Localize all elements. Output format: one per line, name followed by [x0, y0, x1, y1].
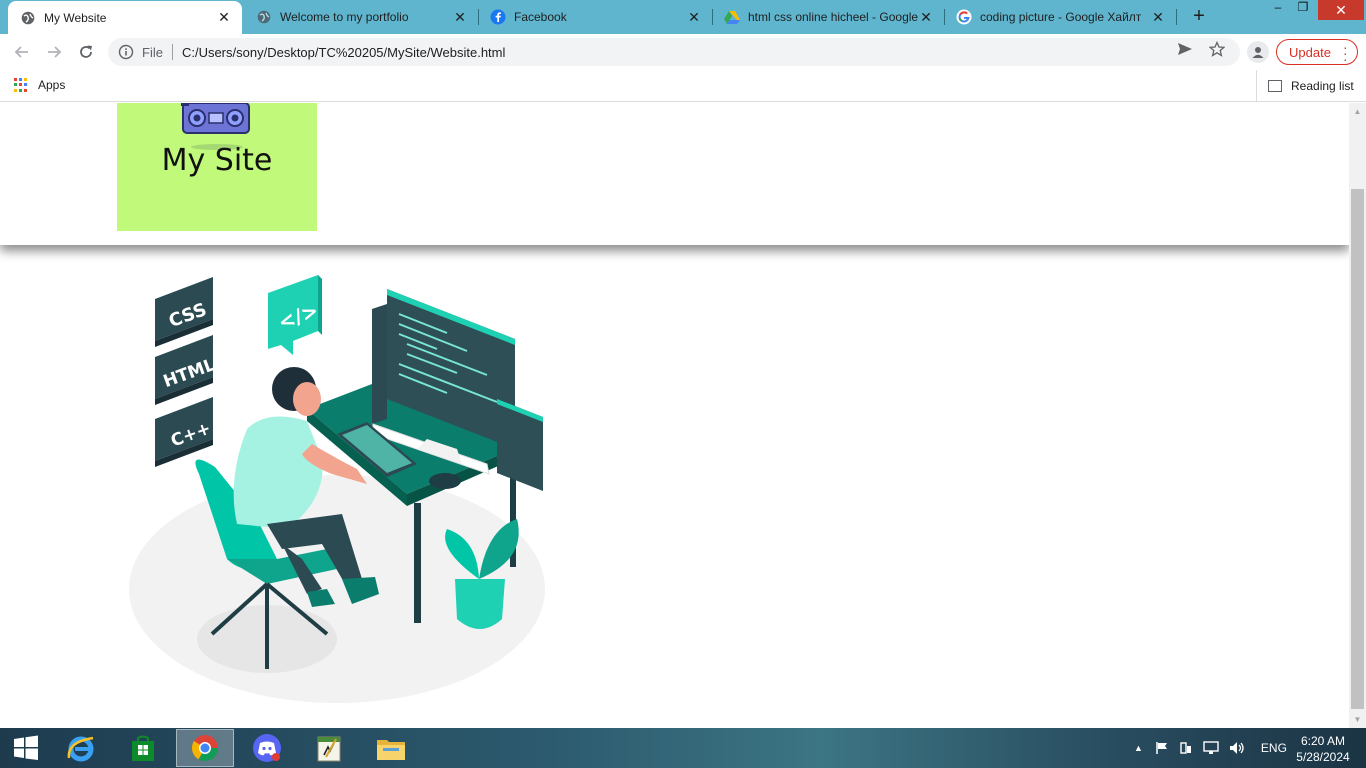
- facebook-icon: [490, 9, 506, 25]
- profile-avatar-icon[interactable]: [1247, 41, 1269, 63]
- close-icon[interactable]: ✕: [1150, 9, 1166, 25]
- code-tag-badge: </>: [268, 275, 322, 355]
- bookmarks-bar: Apps Reading list: [0, 70, 1366, 102]
- scroll-down-arrow-icon[interactable]: ▼: [1349, 711, 1366, 728]
- minimize-button[interactable]: –: [1265, 0, 1291, 20]
- apps-grid-icon: [14, 78, 28, 92]
- chrome-icon[interactable]: [176, 729, 234, 767]
- site-logo[interactable]: My Site: [117, 103, 317, 231]
- tab-title: html css online hicheel - Google: [748, 10, 918, 24]
- update-button[interactable]: Update · · ·: [1276, 39, 1358, 66]
- tab-strip: My Website ✕ Welcome to my portfolio ✕ F…: [0, 0, 1366, 34]
- bookmark-star-icon[interactable]: [1208, 40, 1226, 58]
- google-drive-icon: [724, 9, 740, 25]
- scroll-thumb[interactable]: [1351, 189, 1364, 709]
- clock-date: 5/28/2024: [1296, 750, 1350, 764]
- tab-separator: [1176, 9, 1177, 25]
- more-menu-icon[interactable]: · · ·: [1343, 40, 1348, 66]
- site-header: My Site: [0, 103, 1349, 245]
- new-tab-button[interactable]: +: [1188, 6, 1210, 28]
- update-label: Update: [1289, 44, 1331, 60]
- reload-button[interactable]: [74, 40, 98, 64]
- site-title: My Site: [161, 143, 273, 178]
- page-viewport: My Site CSS HTML C++ </>: [0, 103, 1349, 728]
- address-bar[interactable]: File C:/Users/sony/Desktop/TC%20205/MySi…: [108, 38, 1240, 66]
- show-hidden-icons-icon[interactable]: ▲: [1134, 743, 1143, 753]
- send-icon[interactable]: [1176, 40, 1194, 58]
- restore-button[interactable]: ❐: [1290, 0, 1316, 20]
- internet-explorer-icon[interactable]: [52, 729, 110, 767]
- url-text[interactable]: C:/Users/sony/Desktop/TC%20205/MySite/We…: [182, 45, 505, 60]
- store-icon[interactable]: [114, 729, 172, 767]
- reading-list-icon: [1268, 79, 1282, 92]
- tab-google-search[interactable]: coding picture - Google Хайлт ✕: [944, 0, 1176, 34]
- browser-toolbar: File C:/Users/sony/Desktop/TC%20205/MySi…: [0, 34, 1366, 70]
- close-icon[interactable]: ✕: [216, 9, 232, 26]
- windows-taskbar: ▲ ENG 6:20 AM 5/28/2024: [0, 728, 1366, 768]
- action-center-flag-icon[interactable]: [1155, 741, 1169, 755]
- forward-button[interactable]: [42, 40, 66, 64]
- tab-my-website[interactable]: My Website ✕: [8, 1, 242, 34]
- coding-illustration: CSS HTML C++ </>: [129, 275, 545, 703]
- notepad-icon[interactable]: [300, 729, 358, 767]
- divider: [171, 44, 173, 60]
- info-icon[interactable]: [118, 44, 134, 60]
- system-tray: ▲ ENG: [1134, 728, 1287, 768]
- scroll-up-arrow-icon[interactable]: ▲: [1349, 103, 1366, 120]
- globe-icon: [20, 10, 36, 26]
- page-scrollbar[interactable]: ▲ ▼: [1349, 103, 1366, 728]
- back-button[interactable]: [10, 40, 34, 64]
- css-badge: CSS: [155, 277, 213, 347]
- tab-title: Facebook: [514, 10, 567, 24]
- volume-icon[interactable]: [1229, 741, 1245, 755]
- tab-portfolio[interactable]: Welcome to my portfolio ✕: [244, 0, 478, 34]
- clock-time: 6:20 AM: [1300, 734, 1346, 748]
- device-icon[interactable]: [1179, 741, 1193, 755]
- apps-label: Apps: [38, 78, 66, 92]
- url-scheme-label: File: [142, 44, 163, 60]
- taskbar-clock[interactable]: 6:20 AM 5/28/2024: [1290, 733, 1356, 765]
- close-icon[interactable]: ✕: [918, 9, 934, 25]
- close-icon[interactable]: ✕: [686, 9, 702, 25]
- input-language[interactable]: ENG: [1261, 741, 1287, 755]
- tab-title: Welcome to my portfolio: [280, 10, 409, 24]
- start-icon[interactable]: [0, 729, 52, 767]
- file-explorer-icon[interactable]: [362, 729, 420, 767]
- tab-title: coding picture - Google Хайлт: [980, 10, 1142, 24]
- google-icon: [956, 9, 972, 25]
- tab-facebook[interactable]: Facebook ✕: [478, 0, 712, 34]
- apps-shortcut[interactable]: Apps: [14, 78, 65, 92]
- globe-icon: [256, 9, 272, 25]
- reading-list-label: Reading list: [1291, 78, 1354, 93]
- html-badge: HTML: [155, 335, 218, 405]
- close-icon[interactable]: ✕: [452, 9, 468, 25]
- hero-illustration: CSS HTML C++ </>: [117, 259, 573, 707]
- window-close-button[interactable]: ✕: [1318, 0, 1364, 20]
- reading-list-button[interactable]: Reading list: [1256, 70, 1354, 101]
- tab-title: My Website: [44, 10, 107, 25]
- network-icon[interactable]: [1203, 741, 1219, 755]
- tab-google-drive[interactable]: html css online hicheel - Google ✕: [712, 0, 944, 34]
- discord-icon[interactable]: [238, 729, 296, 767]
- cpp-badge: C++: [155, 397, 214, 467]
